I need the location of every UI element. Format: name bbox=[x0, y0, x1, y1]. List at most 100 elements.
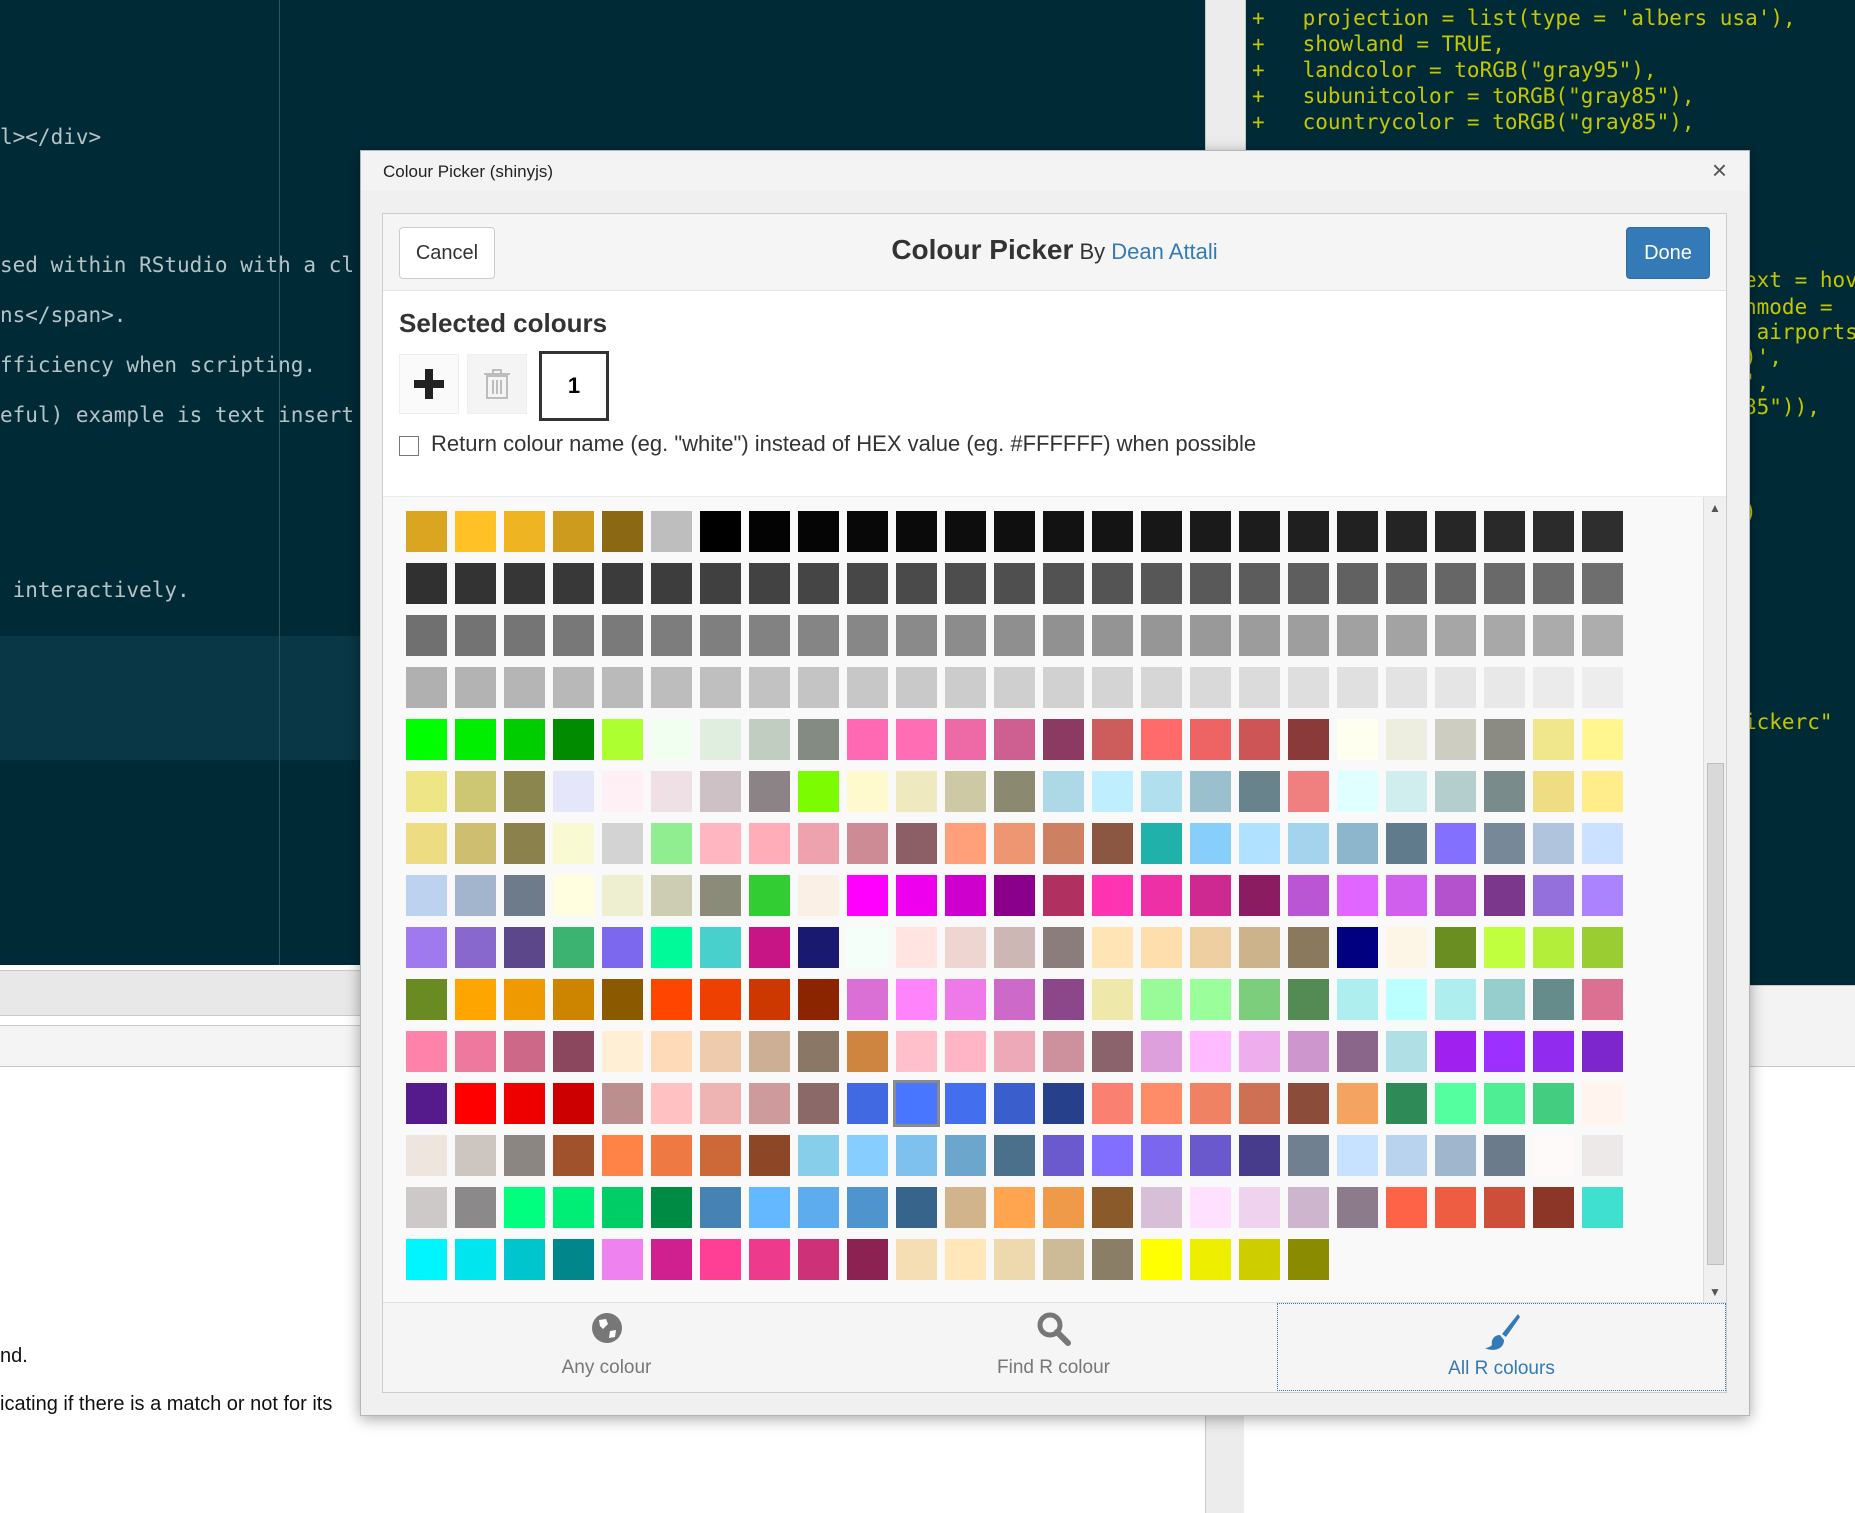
colour-swatch[interactable] bbox=[1043, 1187, 1084, 1228]
scroll-up-arrow[interactable]: ▲ bbox=[1704, 501, 1726, 515]
colour-swatch[interactable] bbox=[1337, 667, 1378, 708]
colour-swatch[interactable] bbox=[1337, 927, 1378, 968]
colour-swatch[interactable] bbox=[1337, 615, 1378, 656]
colour-swatch[interactable] bbox=[945, 927, 986, 968]
colour-swatch[interactable] bbox=[1484, 1031, 1525, 1072]
colour-swatch[interactable] bbox=[1092, 875, 1133, 916]
colour-swatch[interactable] bbox=[945, 875, 986, 916]
colour-swatch[interactable] bbox=[455, 1083, 496, 1124]
colour-swatch[interactable] bbox=[602, 1083, 643, 1124]
colour-swatch[interactable] bbox=[994, 1135, 1035, 1176]
colour-swatch[interactable] bbox=[1484, 719, 1525, 760]
colour-swatch[interactable] bbox=[1582, 1031, 1623, 1072]
colour-swatch[interactable] bbox=[553, 615, 594, 656]
colour-swatch[interactable] bbox=[1337, 511, 1378, 552]
colour-swatch[interactable] bbox=[896, 1031, 937, 1072]
colour-swatch[interactable] bbox=[749, 1031, 790, 1072]
colour-swatch[interactable] bbox=[1239, 1083, 1280, 1124]
colour-swatch[interactable] bbox=[700, 1031, 741, 1072]
colour-swatch[interactable] bbox=[1435, 563, 1476, 604]
colour-swatch[interactable] bbox=[994, 719, 1035, 760]
colour-swatch[interactable] bbox=[1386, 719, 1427, 760]
colour-swatch[interactable] bbox=[798, 1239, 839, 1280]
colour-swatch[interactable] bbox=[847, 1187, 888, 1228]
colour-swatch[interactable] bbox=[455, 1239, 496, 1280]
colour-swatch[interactable] bbox=[1386, 1135, 1427, 1176]
colour-swatch[interactable] bbox=[1239, 1187, 1280, 1228]
colour-swatch[interactable] bbox=[700, 1083, 741, 1124]
colour-swatch[interactable] bbox=[1239, 1031, 1280, 1072]
colour-swatch[interactable] bbox=[553, 719, 594, 760]
colour-swatch[interactable] bbox=[553, 1135, 594, 1176]
colour-swatch[interactable] bbox=[1386, 927, 1427, 968]
colour-swatch[interactable] bbox=[651, 667, 692, 708]
selected-colour-box[interactable]: 1 bbox=[539, 351, 609, 421]
colour-swatch[interactable] bbox=[847, 511, 888, 552]
colour-swatch[interactable] bbox=[1190, 1083, 1231, 1124]
colour-swatch[interactable] bbox=[504, 511, 545, 552]
colour-swatch[interactable] bbox=[1484, 927, 1525, 968]
colour-swatch[interactable] bbox=[847, 667, 888, 708]
colour-swatch[interactable] bbox=[798, 979, 839, 1020]
colour-swatch[interactable] bbox=[651, 875, 692, 916]
colour-swatch[interactable] bbox=[798, 667, 839, 708]
colour-swatch[interactable] bbox=[994, 1083, 1035, 1124]
colour-swatch[interactable] bbox=[406, 927, 447, 968]
colour-swatch[interactable] bbox=[1043, 875, 1084, 916]
colour-swatch[interactable] bbox=[602, 875, 643, 916]
colour-swatch[interactable] bbox=[847, 927, 888, 968]
colour-swatch[interactable] bbox=[1239, 979, 1280, 1020]
colour-swatch[interactable] bbox=[1190, 823, 1231, 864]
colour-swatch[interactable] bbox=[1141, 1187, 1182, 1228]
colour-swatch[interactable] bbox=[1337, 771, 1378, 812]
colour-swatch[interactable] bbox=[1043, 563, 1084, 604]
author-link[interactable]: Dean Attali bbox=[1111, 239, 1217, 264]
colour-swatch[interactable] bbox=[1386, 667, 1427, 708]
colour-swatch[interactable] bbox=[1484, 1083, 1525, 1124]
colour-swatch[interactable] bbox=[1239, 615, 1280, 656]
colour-swatch[interactable] bbox=[700, 979, 741, 1020]
colour-swatch[interactable] bbox=[994, 927, 1035, 968]
colour-swatch[interactable] bbox=[798, 719, 839, 760]
colour-swatch[interactable] bbox=[1190, 667, 1231, 708]
colour-swatch[interactable] bbox=[893, 1080, 940, 1127]
colour-swatch[interactable] bbox=[1435, 615, 1476, 656]
colour-swatch[interactable] bbox=[1337, 823, 1378, 864]
colour-swatch[interactable] bbox=[1141, 1135, 1182, 1176]
colour-swatch[interactable] bbox=[1582, 979, 1623, 1020]
colour-swatch[interactable] bbox=[504, 1239, 545, 1280]
colour-swatch[interactable] bbox=[994, 823, 1035, 864]
colour-swatch[interactable] bbox=[504, 979, 545, 1020]
colour-swatch[interactable] bbox=[1190, 615, 1231, 656]
scroll-down-arrow[interactable]: ▼ bbox=[1704, 1285, 1726, 1299]
colour-swatch[interactable] bbox=[1435, 1083, 1476, 1124]
colour-swatch[interactable] bbox=[504, 1135, 545, 1176]
colour-swatch[interactable] bbox=[700, 823, 741, 864]
add-colour-button[interactable] bbox=[399, 354, 459, 414]
colour-swatch[interactable] bbox=[847, 563, 888, 604]
colour-swatch[interactable] bbox=[651, 927, 692, 968]
colour-swatch[interactable] bbox=[651, 823, 692, 864]
colour-swatch[interactable] bbox=[1288, 823, 1329, 864]
done-button[interactable]: Done bbox=[1626, 227, 1710, 279]
colour-swatch[interactable] bbox=[1484, 667, 1525, 708]
colour-swatch[interactable] bbox=[1288, 667, 1329, 708]
colour-swatch[interactable] bbox=[1435, 875, 1476, 916]
colour-swatch[interactable] bbox=[553, 823, 594, 864]
colour-swatch[interactable] bbox=[1582, 823, 1623, 864]
colour-swatch[interactable] bbox=[1043, 771, 1084, 812]
colour-swatch[interactable] bbox=[1386, 771, 1427, 812]
colour-swatch[interactable] bbox=[1386, 1083, 1427, 1124]
colour-swatch[interactable] bbox=[1043, 1031, 1084, 1072]
colour-swatch[interactable] bbox=[700, 719, 741, 760]
colour-swatch[interactable] bbox=[896, 563, 937, 604]
colour-swatch[interactable] bbox=[1484, 1135, 1525, 1176]
colour-swatch[interactable] bbox=[1092, 1239, 1133, 1280]
close-icon[interactable]: × bbox=[1712, 155, 1727, 186]
colour-swatch[interactable] bbox=[945, 667, 986, 708]
colour-swatch[interactable] bbox=[945, 1135, 986, 1176]
colour-swatch[interactable] bbox=[1092, 771, 1133, 812]
colour-swatch[interactable] bbox=[1043, 927, 1084, 968]
dialog-titlebar[interactable]: Colour Picker (shinyjs) × bbox=[361, 151, 1749, 191]
colour-swatch[interactable] bbox=[945, 771, 986, 812]
